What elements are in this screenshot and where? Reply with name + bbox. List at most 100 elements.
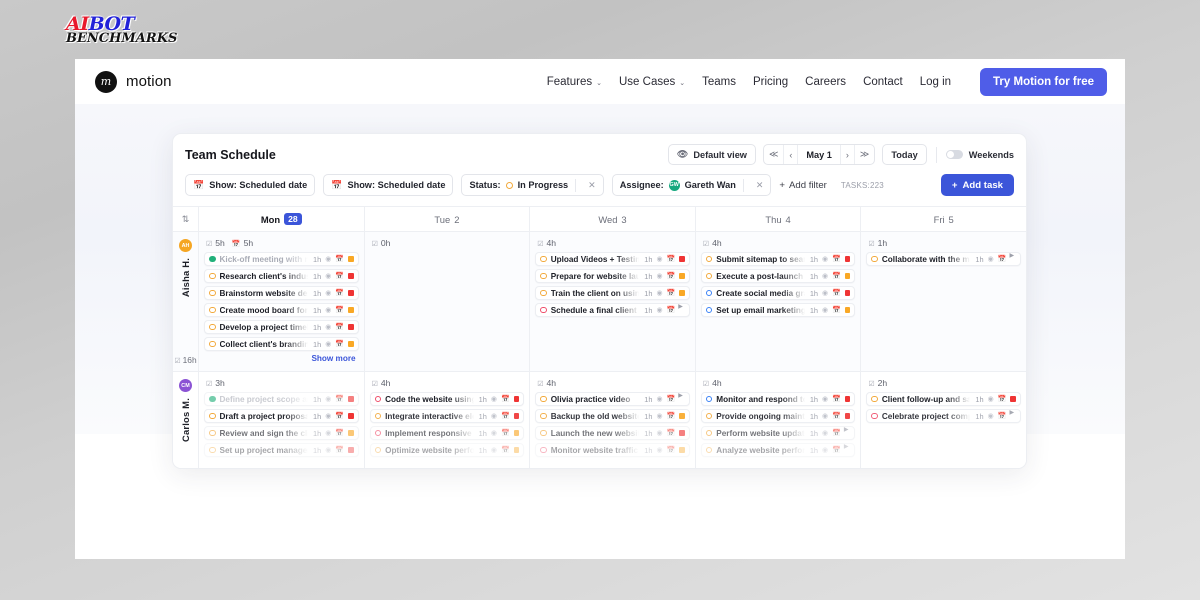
jump-first-button[interactable]: ≪ — [764, 145, 785, 164]
day-cell[interactable]: ☑3hDefine project scope and1h◉📅Draft a p… — [199, 372, 365, 468]
task-item[interactable]: Code the website using HTM1h◉📅 — [369, 392, 525, 406]
task-item[interactable]: Celebrate project completio1h◉📅 — [866, 409, 1021, 423]
task-item[interactable]: Optimize website performan1h◉📅 — [369, 443, 525, 457]
task-status-circle-icon[interactable] — [209, 340, 216, 348]
task-item[interactable]: Monitor and respond to user1h◉📅 — [700, 392, 856, 406]
next-day-button[interactable]: › — [841, 145, 855, 164]
task-item[interactable]: Collaborate with the market1h◉📅 — [866, 252, 1021, 266]
task-status-circle-icon[interactable] — [540, 306, 547, 314]
nav-link-contact[interactable]: Contact — [863, 76, 903, 88]
day-cell[interactable]: ☑4hOlivia practice video1h◉📅Backup the o… — [530, 372, 696, 468]
task-status-circle-icon[interactable] — [540, 255, 547, 263]
task-status-circle-icon[interactable] — [374, 446, 382, 454]
remove-status-filter-icon[interactable]: ✕ — [588, 180, 596, 191]
task-status-circle-icon[interactable] — [705, 429, 713, 437]
filter-show-scheduled-date-1[interactable]: 📅 Show: Scheduled date — [185, 174, 316, 196]
task-status-circle-icon[interactable] — [209, 253, 216, 263]
task-status-circle-icon[interactable] — [209, 323, 216, 331]
task-status-circle-icon[interactable] — [705, 395, 713, 403]
task-item[interactable]: Create mood board for desig1h◉📅 — [204, 303, 359, 317]
task-item[interactable]: Analyze website performanc1h◉📅 — [700, 443, 856, 457]
task-status-circle-icon[interactable] — [871, 395, 878, 403]
task-status-circle-icon[interactable] — [540, 446, 547, 454]
task-status-circle-icon[interactable] — [209, 412, 216, 420]
task-status-circle-icon[interactable] — [705, 289, 713, 297]
task-item[interactable]: Schedule a final client revie1h◉📅 — [535, 303, 690, 317]
task-item[interactable]: Prepare for website launch1h◉📅 — [535, 269, 690, 283]
nav-link-careers[interactable]: Careers — [805, 76, 846, 88]
task-item[interactable]: Provide ongoing maintenanc1h◉📅 — [700, 409, 856, 423]
task-status-circle-icon[interactable] — [209, 446, 216, 454]
task-item[interactable]: Launch the new website 1h ◉ 📅 — [535, 426, 690, 440]
weekends-toggle[interactable] — [945, 149, 963, 160]
task-item[interactable]: Monitor website traffic post1h◉📅 — [535, 443, 690, 457]
today-button[interactable]: Today — [882, 144, 927, 165]
try-motion-for-free-button[interactable]: Try Motion for free — [980, 67, 1107, 96]
task-item[interactable]: Integrate interactive elemen1h◉📅 — [369, 409, 525, 423]
task-item[interactable]: Set up project management1h◉📅 — [204, 443, 359, 457]
task-status-circle-icon[interactable] — [540, 395, 547, 403]
nav-link-login[interactable]: Log in — [920, 76, 951, 88]
nav-link-use-cases[interactable]: Use Cases ⌄ — [619, 76, 685, 88]
brand-logo-group[interactable]: m motion — [95, 70, 172, 93]
jump-last-button[interactable]: ≫ — [855, 145, 874, 164]
column-header-tue[interactable]: Tue 2 — [365, 207, 531, 231]
add-filter-button[interactable]: + Add filter — [779, 180, 826, 191]
task-status-circle-icon[interactable] — [540, 429, 547, 437]
prev-day-button[interactable]: ‹ — [784, 145, 799, 164]
day-cell[interactable]: ☑4hCode the website using HTM1h◉📅Integra… — [365, 372, 531, 468]
column-header-mon[interactable]: Mon 28 — [199, 207, 365, 231]
task-item[interactable]: Perform website updates an1h◉📅 — [700, 426, 856, 440]
task-item[interactable]: Submit sitemap to search en1h◉📅 — [700, 252, 856, 266]
day-cell[interactable]: ☑ 0h — [365, 232, 531, 371]
filter-show-scheduled-date-2[interactable]: 📅 Show: Scheduled date — [323, 174, 454, 196]
day-cell[interactable]: ☑1hCollaborate with the market1h◉📅 — [861, 232, 1026, 371]
task-status-circle-icon[interactable] — [540, 412, 547, 420]
task-item[interactable]: Research client's industry a1h◉📅 — [204, 269, 359, 283]
task-status-circle-icon[interactable] — [540, 272, 547, 280]
task-item[interactable]: Olivia practice video 1h ◉ 📅 — [535, 392, 690, 406]
remove-assignee-filter-icon[interactable]: ✕ — [756, 180, 764, 191]
task-item[interactable]: Create social media graphic1h◉📅 — [700, 286, 856, 300]
task-item[interactable]: Brainstorm website design1h◉📅 — [204, 286, 359, 300]
column-header-wed[interactable]: Wed 3 — [530, 207, 696, 231]
task-status-circle-icon[interactable] — [705, 255, 713, 263]
nav-link-pricing[interactable]: Pricing — [753, 76, 788, 88]
task-status-circle-icon[interactable] — [209, 393, 216, 403]
task-status-circle-icon[interactable] — [374, 395, 382, 403]
filter-assignee[interactable]: Assignee: GW Gareth Wan ✕ — [611, 174, 772, 196]
day-cell[interactable]: ☑4hUpload Videos + Testimonia1h◉📅Prepare… — [530, 232, 696, 371]
task-item[interactable]: Implement responsive desig1h◉📅 — [369, 426, 525, 440]
task-item[interactable]: Upload Videos + Testimonia1h◉📅 — [535, 252, 690, 266]
filter-status[interactable]: Status: In Progress ✕ — [461, 174, 604, 196]
nav-link-teams[interactable]: Teams — [702, 76, 736, 88]
task-status-circle-icon[interactable] — [705, 272, 713, 280]
task-status-circle-icon[interactable] — [209, 306, 216, 314]
task-status-circle-icon[interactable] — [209, 429, 216, 437]
task-item[interactable]: Define project scope and1h◉📅 — [204, 392, 359, 406]
task-status-circle-icon[interactable] — [705, 412, 713, 420]
default-view-button[interactable]: 👁 Default view — [667, 144, 756, 165]
task-item[interactable]: Backup the old website 1h ◉ 📅 — [535, 409, 690, 423]
day-cell[interactable]: ☑2hClient follow-up and satisfa1h◉📅Celeb… — [861, 372, 1026, 468]
task-status-circle-icon[interactable] — [705, 446, 713, 454]
day-cell[interactable]: ☑4hMonitor and respond to user1h◉📅Provid… — [696, 372, 862, 468]
task-item[interactable]: Draft a project proposal 1h ◉ 📅 — [204, 409, 359, 423]
current-date-label[interactable]: May 1 — [798, 145, 841, 164]
day-cell[interactable]: ☑4hSubmit sitemap to search en1h◉📅Execut… — [696, 232, 862, 371]
task-item[interactable]: Execute a post-launch mark1h◉📅 — [700, 269, 856, 283]
task-item[interactable]: Train the client on using the1h◉📅 — [535, 286, 690, 300]
task-status-circle-icon[interactable] — [540, 289, 547, 297]
task-status-circle-icon[interactable] — [374, 412, 382, 420]
nav-link-features[interactable]: Features ⌄ — [547, 76, 602, 88]
task-item[interactable]: Review and sign the client c1h◉📅 — [204, 426, 359, 440]
task-item[interactable]: Collect client's branding as1h◉📅 — [204, 337, 359, 351]
task-status-circle-icon[interactable] — [374, 429, 382, 437]
task-status-circle-icon[interactable] — [871, 412, 878, 420]
show-more-link[interactable]: Show more — [204, 354, 359, 363]
column-header-thu[interactable]: Thu 4 — [696, 207, 862, 231]
task-status-circle-icon[interactable] — [871, 255, 878, 263]
task-status-circle-icon[interactable] — [705, 306, 713, 314]
sort-arrows-icon[interactable]: ⇅ — [173, 207, 199, 231]
task-item[interactable]: Kick-off meeting with new c1h◉📅 — [204, 252, 359, 266]
